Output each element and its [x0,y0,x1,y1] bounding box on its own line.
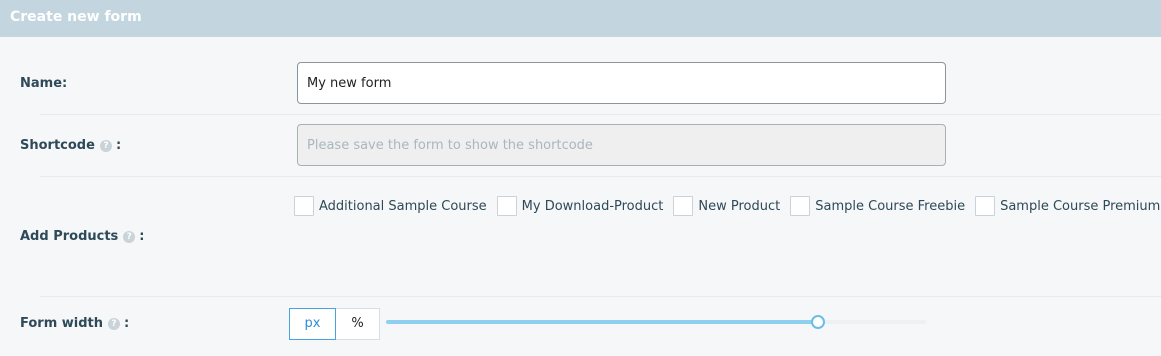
name-input[interactable] [297,62,946,104]
shortcode-label-text: Shortcode [20,138,95,153]
help-icon[interactable]: ? [123,230,136,243]
product-label: Additional Sample Course [319,198,487,214]
create-form-panel: Create new form Name: Shortcode ? : Add … [0,0,1161,356]
help-icon[interactable]: ? [99,139,112,152]
divider [40,296,1161,297]
form-width-label-text: Form width [20,316,104,331]
product-label: Sample Course Premium [1000,198,1161,214]
product-option[interactable]: Additional Sample Course [294,196,487,216]
form-width-slider[interactable] [386,315,926,329]
divider [40,176,1161,177]
slider-handle[interactable] [811,315,825,329]
add-products-label: Add Products ? : [20,229,145,244]
form-width-label: Form width ? : [20,316,129,331]
product-option[interactable]: New Product [673,196,780,216]
panel-title: Create new form [0,0,1161,37]
name-label-text: Name: [20,76,68,91]
product-label: Sample Course Freebie [815,198,966,214]
product-checkbox[interactable] [673,196,694,216]
shortcode-label-suffix: : [115,138,122,153]
product-label: New Product [698,198,781,214]
shortcode-input [297,124,946,166]
product-label: My Download-Product [521,198,664,214]
shortcode-label: Shortcode ? : [20,138,121,153]
product-option[interactable]: My Download-Product [496,196,664,216]
product-checkbox[interactable] [294,196,314,216]
add-products-label-text: Add Products [20,229,119,244]
name-label: Name: [20,76,67,91]
add-products-label-suffix: : [139,229,145,244]
product-option[interactable]: Sample Course Premium [975,196,1160,216]
unit-px-button[interactable]: px [289,308,336,340]
divider [40,114,1161,115]
product-checkbox[interactable] [975,196,996,216]
unit-percent-button[interactable]: % [336,308,380,340]
unit-toggle: px % [289,308,380,340]
product-option[interactable]: Sample Course Freebie [790,196,965,216]
slider-fill [386,320,818,324]
product-checkbox[interactable] [496,196,517,216]
form-width-label-suffix: : [124,316,130,331]
help-icon[interactable]: ? [108,317,121,330]
product-checkbox-list: Additional Sample Course My Download-Pro… [294,196,1161,216]
product-checkbox[interactable] [790,196,811,216]
